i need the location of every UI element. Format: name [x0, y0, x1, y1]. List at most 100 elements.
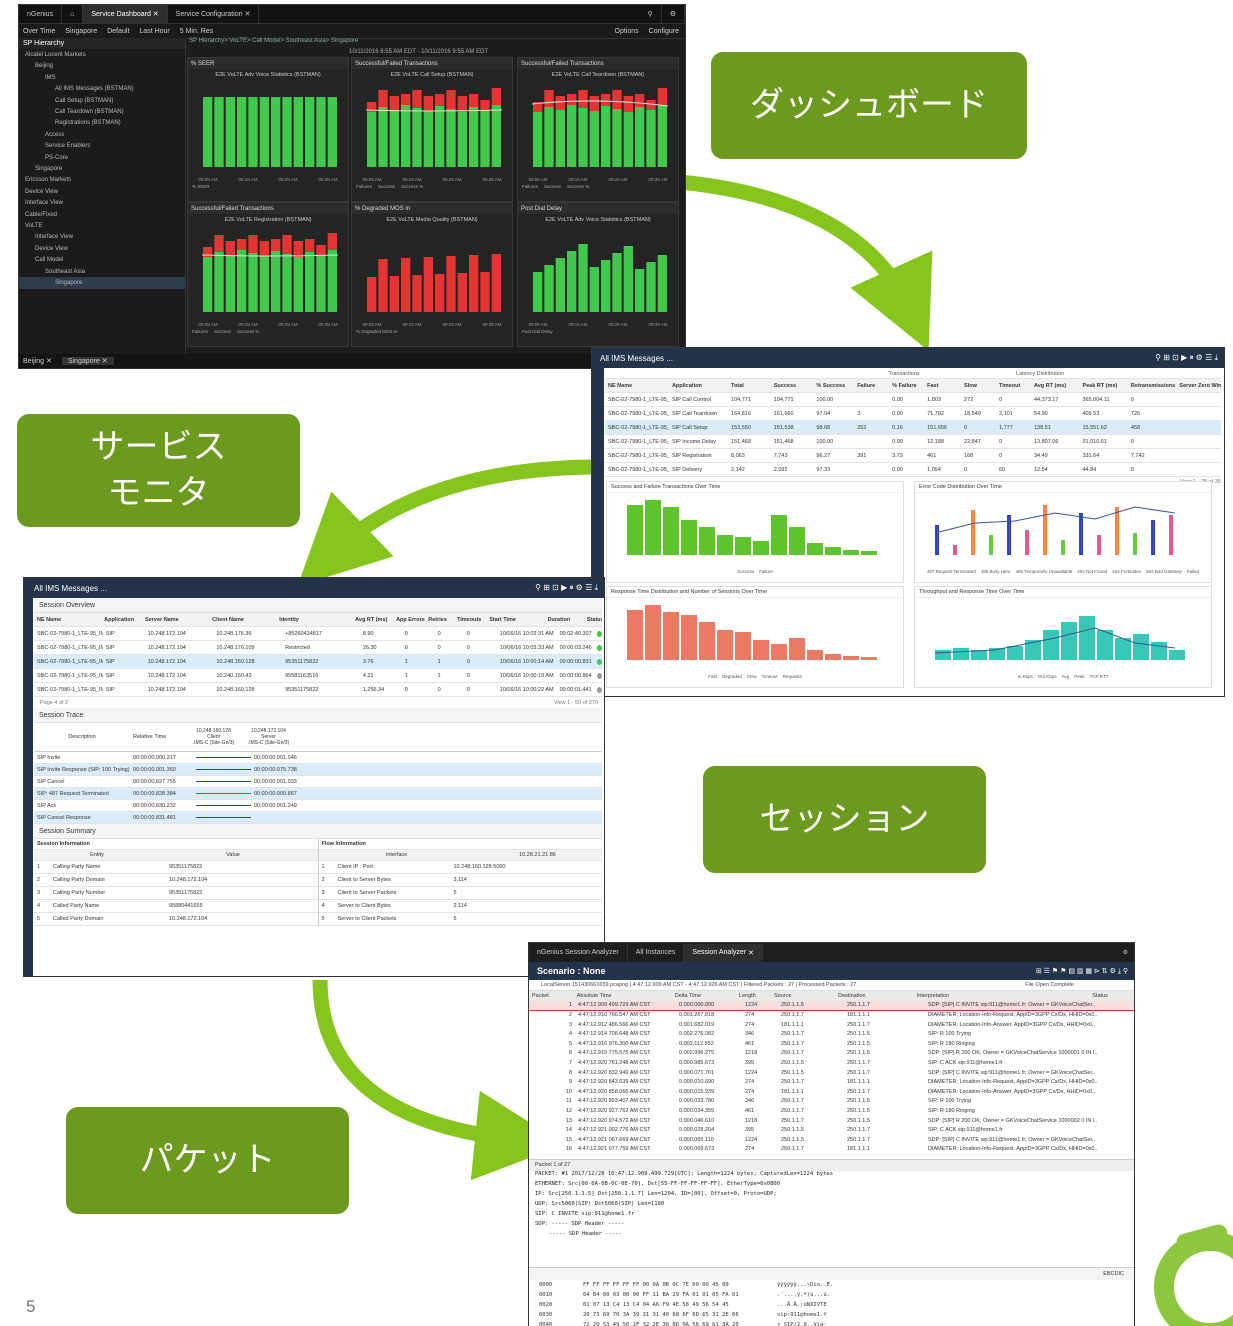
legend-item[interactable]: Success: [737, 569, 754, 574]
chart-bar[interactable]: [681, 520, 697, 555]
success-bar[interactable]: [282, 97, 292, 167]
success-bar[interactable]: [327, 97, 337, 167]
failure-bar[interactable]: [446, 90, 456, 109]
column-header[interactable]: % Success: [813, 383, 854, 389]
success-bar[interactable]: [401, 105, 411, 167]
column-header[interactable]: Interpretation: [914, 993, 1090, 999]
failure-bar[interactable]: [435, 94, 445, 106]
success-bar[interactable]: [555, 258, 565, 312]
success-bar[interactable]: [305, 252, 315, 312]
tree-item[interactable]: Device View: [19, 186, 185, 197]
success-bar[interactable]: [623, 246, 633, 312]
failure-bar[interactable]: [646, 100, 656, 110]
packet-row[interactable]: 4 4:47:12.914 706.648 AM CST 0.002.276.082…: [529, 1029, 1134, 1039]
summary-row[interactable]: 4 Called Party Name 95880441655: [34, 900, 318, 913]
scenario-toolbar-icons[interactable]: ⊞ ☰ ⚑ ⚑ ▤ ▥ ▦ ⊳ ⇅ ⚙ ⤓ ⚲: [1036, 967, 1134, 976]
success-bar[interactable]: [480, 110, 490, 167]
success-bar[interactable]: [316, 255, 326, 312]
success-bar[interactable]: [412, 108, 422, 167]
column-header[interactable]: Status: [1089, 993, 1134, 999]
decode-line[interactable]: SDP: ----- SDP Header -----: [535, 1221, 1134, 1231]
failure-bar[interactable]: [491, 88, 501, 105]
chart-bar[interactable]: [1169, 515, 1173, 555]
column-header[interactable]: Packet: [529, 993, 574, 999]
tree-item[interactable]: All IMS Messages (BSTMAN): [19, 84, 185, 95]
toolbar-location[interactable]: Singapore: [65, 28, 97, 35]
chart-bar[interactable]: [1025, 530, 1029, 555]
failure-bar[interactable]: [378, 259, 388, 312]
chart-bar[interactable]: [663, 612, 679, 660]
chart-bar[interactable]: [789, 527, 805, 555]
tree-item[interactable]: Call Setup (BSTMAN): [19, 95, 185, 106]
chart-bar[interactable]: [627, 505, 643, 555]
column-header[interactable]: Peak RT (ms): [1079, 383, 1127, 389]
column-header[interactable]: Destination: [835, 993, 914, 999]
success-bar[interactable]: [203, 257, 213, 312]
chart-bar[interactable]: [645, 605, 661, 660]
tree-item[interactable]: Call Teardown (BSTMAN): [19, 106, 185, 117]
chart-bar[interactable]: [825, 547, 841, 555]
chart-bar[interactable]: [1007, 646, 1023, 660]
chart-bar[interactable]: [861, 657, 877, 660]
trace-row[interactable]: SIP Cancel 00:00:00.827.755 00:00:00.001.0…: [34, 776, 602, 788]
chart-bar[interactable]: [1025, 640, 1041, 660]
search-icon[interactable]: ⚲: [640, 5, 662, 23]
success-bar[interactable]: [589, 111, 599, 167]
success-bar[interactable]: [293, 97, 303, 167]
success-bar[interactable]: [214, 97, 224, 167]
decode-line[interactable]: SIP: C INVITE sip:911@home1.fr: [535, 1211, 1134, 1221]
success-bar[interactable]: [567, 105, 577, 167]
success-bar[interactable]: [555, 110, 565, 167]
failure-bar[interactable]: [389, 96, 399, 110]
chart-bar[interactable]: [1133, 533, 1137, 555]
column-header[interactable]: Source: [771, 993, 835, 999]
table-row[interactable]: SBC-02-7980-1_LTE-95_IMS (Site-Gn/3)SIP 1…: [34, 669, 602, 683]
tree-item[interactable]: Service Enablers: [19, 141, 185, 152]
column-header[interactable]: Identity: [276, 617, 352, 623]
summary-row[interactable]: 2 Calling Party Domain 10.248.172.104: [34, 874, 318, 887]
packet-row[interactable]: 14 4:47:12.921 002.776 AM CST 0.000.028.20…: [529, 1125, 1134, 1135]
column-header[interactable]: Server Zero Window: [1176, 383, 1221, 389]
column-header[interactable]: Retries: [425, 617, 454, 623]
packet-row[interactable]: 11 4:47:12.920 893.407 AM CST 0.000.033.78…: [529, 1097, 1134, 1107]
failure-bar[interactable]: [282, 235, 292, 254]
failure-bar[interactable]: [578, 90, 588, 108]
chart-bar[interactable]: [989, 535, 993, 555]
tree-item[interactable]: IMS: [19, 72, 185, 83]
legend-item[interactable]: 403 Forbidden: [1112, 569, 1141, 574]
success-bar[interactable]: [271, 97, 281, 167]
legend-item[interactable]: Failure: [759, 569, 773, 574]
success-bar[interactable]: [646, 262, 656, 312]
decode-line[interactable]: UDP: Src5060(SIP) Dst5060(SIP) Len=1190: [535, 1201, 1134, 1211]
tree-item[interactable]: Southeast Asia: [19, 266, 185, 277]
column-header[interactable]: Application: [101, 617, 142, 623]
legend-item[interactable]: % Degraded MOS In: [356, 329, 398, 334]
column-header[interactable]: Start Time: [486, 617, 544, 623]
chart-bar[interactable]: [735, 537, 751, 555]
chart-bar[interactable]: [825, 654, 841, 660]
column-header[interactable]: % Failure: [889, 383, 924, 389]
legend-item[interactable]: 487 Request Terminated: [927, 569, 976, 574]
packet-row[interactable]: 7 4:47:12.920 761.248 AM CST 0.000.985.673…: [529, 1058, 1134, 1068]
chart-bar[interactable]: [699, 622, 715, 660]
chart-bar[interactable]: [771, 515, 787, 555]
chart-bar[interactable]: [789, 638, 805, 660]
chart-bar[interactable]: [1169, 650, 1185, 660]
chart-bar[interactable]: [699, 527, 715, 555]
failure-bar[interactable]: [378, 90, 388, 107]
tree-item[interactable]: Beijing: [19, 61, 185, 72]
decode-line[interactable]: IP: Src[250.1.1.5] Dst[250.1.1.7] Len=12…: [535, 1191, 1134, 1201]
legend-item[interactable]: Post Dial Delay: [522, 329, 553, 334]
table-row[interactable]: SBC-02-7980-1_LTE-95_IMS (Site-Gn/3)SIP 1…: [34, 627, 602, 641]
legend-item[interactable]: Timeout: [762, 674, 778, 679]
chart-bar[interactable]: [1151, 642, 1167, 660]
chart-bar[interactable]: [807, 650, 823, 660]
packet-row[interactable]: 6 4:47:12.919 775.575 AM CST 0.002.996.275…: [529, 1049, 1134, 1059]
column-header[interactable]: Timeouts: [454, 617, 486, 623]
table-row[interactable]: SBC-02-7980-1_LTE-95_IMS (Site-Gn/3)SIP 1…: [34, 655, 602, 669]
failure-bar[interactable]: [316, 245, 326, 255]
legend-item[interactable]: Failures: [192, 329, 208, 334]
tab-service-dashboard[interactable]: Service Dashboard ✕: [83, 5, 168, 23]
packet-gear-icon[interactable]: ⚙: [1123, 949, 1134, 956]
table-row[interactable]: SBC-02-7980-1_LTE-95_IMS-C (Site-Gn/3)SI…: [605, 449, 1221, 463]
